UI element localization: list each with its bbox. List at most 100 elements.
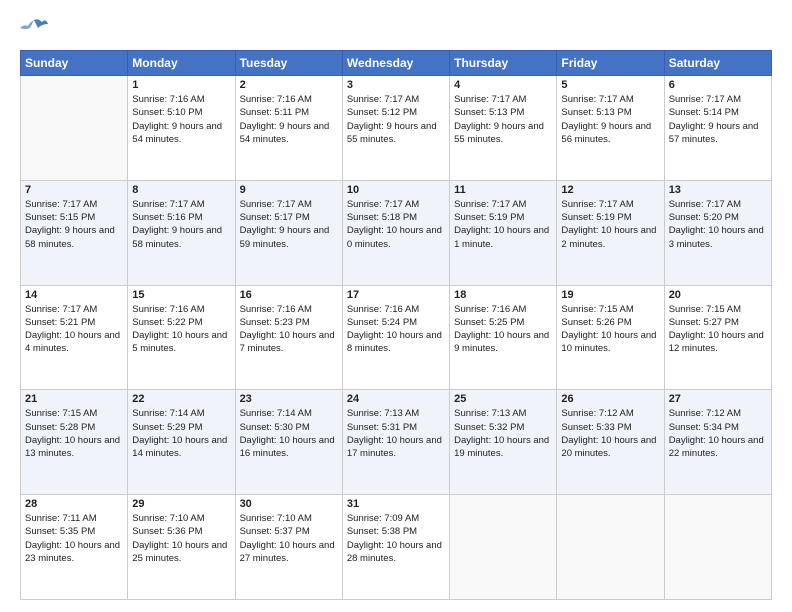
day-number: 2	[240, 79, 338, 91]
day-number: 24	[347, 393, 445, 405]
calendar-cell: 18 Sunrise: 7:16 AMSunset: 5:25 PMDayligh…	[450, 285, 557, 390]
day-number: 8	[132, 184, 230, 196]
day-info: Sunrise: 7:15 AMSunset: 5:28 PMDaylight:…	[25, 407, 123, 460]
calendar-week-row: 7Sunrise: 7:17 AMSunset: 5:15 PMDaylight…	[21, 180, 772, 285]
calendar-cell	[664, 495, 771, 600]
day-number: 3	[347, 79, 445, 91]
logo	[20, 16, 52, 40]
day-info: Sunrise: 7:17 AMSunset: 5:12 PMDaylight:…	[347, 93, 445, 146]
day-info: Sunrise: 7:13 AMSunset: 5:32 PMDaylight:…	[454, 407, 552, 460]
calendar-cell: 30 Sunrise: 7:10 AMSunset: 5:37 PMDayligh…	[235, 495, 342, 600]
day-number: 10	[347, 184, 445, 196]
calendar-week-row: 1Sunrise: 7:16 AMSunset: 5:10 PMDaylight…	[21, 76, 772, 181]
calendar-cell: 3 Sunrise: 7:17 AMSunset: 5:12 PMDaylight…	[342, 76, 449, 181]
day-info: Sunrise: 7:16 AMSunset: 5:25 PMDaylight:…	[454, 303, 552, 356]
day-info: Sunrise: 7:16 AMSunset: 5:24 PMDaylight:…	[347, 303, 445, 356]
calendar-cell: 21Sunrise: 7:15 AMSunset: 5:28 PMDayligh…	[21, 390, 128, 495]
calendar-cell: 27Sunrise: 7:12 AMSunset: 5:34 PMDayligh…	[664, 390, 771, 495]
day-number: 12	[561, 184, 659, 196]
day-info: Sunrise: 7:17 AMSunset: 5:17 PMDaylight:…	[240, 198, 338, 251]
day-number: 15	[132, 289, 230, 301]
day-info: Sunrise: 7:09 AMSunset: 5:38 PMDaylight:…	[347, 512, 445, 565]
calendar-cell: 14Sunrise: 7:17 AMSunset: 5:21 PMDayligh…	[21, 285, 128, 390]
day-header-saturday: Saturday	[664, 51, 771, 76]
calendar-cell: 20 Sunrise: 7:15 AMSunset: 5:27 PMDayligh…	[664, 285, 771, 390]
day-number: 7	[25, 184, 123, 196]
day-number: 22	[132, 393, 230, 405]
day-header-sunday: Sunday	[21, 51, 128, 76]
calendar-cell: 12 Sunrise: 7:17 AMSunset: 5:19 PMDayligh…	[557, 180, 664, 285]
calendar-cell	[21, 76, 128, 181]
day-header-friday: Friday	[557, 51, 664, 76]
day-number: 4	[454, 79, 552, 91]
calendar-week-row: 14Sunrise: 7:17 AMSunset: 5:21 PMDayligh…	[21, 285, 772, 390]
calendar-week-row: 21Sunrise: 7:15 AMSunset: 5:28 PMDayligh…	[21, 390, 772, 495]
day-number: 1	[132, 79, 230, 91]
day-info: Sunrise: 7:16 AMSunset: 5:22 PMDaylight:…	[132, 303, 230, 356]
day-number: 26	[561, 393, 659, 405]
day-info: Sunrise: 7:16 AMSunset: 5:11 PMDaylight:…	[240, 93, 338, 146]
day-number: 18	[454, 289, 552, 301]
day-info: Sunrise: 7:17 AMSunset: 5:13 PMDaylight:…	[454, 93, 552, 146]
day-info: Sunrise: 7:17 AMSunset: 5:19 PMDaylight:…	[454, 198, 552, 251]
calendar-cell: 9 Sunrise: 7:17 AMSunset: 5:17 PMDaylight…	[235, 180, 342, 285]
calendar-cell	[557, 495, 664, 600]
calendar-cell: 10 Sunrise: 7:17 AMSunset: 5:18 PMDayligh…	[342, 180, 449, 285]
calendar-cell: 16 Sunrise: 7:16 AMSunset: 5:23 PMDayligh…	[235, 285, 342, 390]
day-info: Sunrise: 7:12 AMSunset: 5:33 PMDaylight:…	[561, 407, 659, 460]
calendar-cell: 13 Sunrise: 7:17 AMSunset: 5:20 PMDayligh…	[664, 180, 771, 285]
calendar-cell: 7Sunrise: 7:17 AMSunset: 5:15 PMDaylight…	[21, 180, 128, 285]
calendar-cell: 31 Sunrise: 7:09 AMSunset: 5:38 PMDayligh…	[342, 495, 449, 600]
calendar-cell: 15 Sunrise: 7:16 AMSunset: 5:22 PMDayligh…	[128, 285, 235, 390]
calendar-cell: 19 Sunrise: 7:15 AMSunset: 5:26 PMDayligh…	[557, 285, 664, 390]
calendar-cell: 25 Sunrise: 7:13 AMSunset: 5:32 PMDayligh…	[450, 390, 557, 495]
day-info: Sunrise: 7:16 AMSunset: 5:23 PMDaylight:…	[240, 303, 338, 356]
day-number: 5	[561, 79, 659, 91]
day-info: Sunrise: 7:10 AMSunset: 5:36 PMDaylight:…	[132, 512, 230, 565]
day-info: Sunrise: 7:17 AMSunset: 5:13 PMDaylight:…	[561, 93, 659, 146]
day-info: Sunrise: 7:17 AMSunset: 5:18 PMDaylight:…	[347, 198, 445, 251]
calendar-cell: 1Sunrise: 7:16 AMSunset: 5:10 PMDaylight…	[128, 76, 235, 181]
day-number: 31	[347, 498, 445, 510]
calendar-header-row: SundayMondayTuesdayWednesdayThursdayFrid…	[21, 51, 772, 76]
day-number: 9	[240, 184, 338, 196]
day-number: 19	[561, 289, 659, 301]
day-number: 27	[669, 393, 767, 405]
day-info: Sunrise: 7:17 AMSunset: 5:19 PMDaylight:…	[561, 198, 659, 251]
calendar-cell: 4 Sunrise: 7:17 AMSunset: 5:13 PMDaylight…	[450, 76, 557, 181]
day-info: Sunrise: 7:17 AMSunset: 5:20 PMDaylight:…	[669, 198, 767, 251]
day-info: Sunrise: 7:10 AMSunset: 5:37 PMDaylight:…	[240, 512, 338, 565]
day-number: 25	[454, 393, 552, 405]
calendar-cell: 23Sunrise: 7:14 AMSunset: 5:30 PMDayligh…	[235, 390, 342, 495]
day-number: 30	[240, 498, 338, 510]
day-header-thursday: Thursday	[450, 51, 557, 76]
day-info: Sunrise: 7:11 AMSunset: 5:35 PMDaylight:…	[25, 512, 123, 565]
calendar-cell: 5 Sunrise: 7:17 AMSunset: 5:13 PMDaylight…	[557, 76, 664, 181]
calendar-cell: 17Sunrise: 7:16 AMSunset: 5:24 PMDayligh…	[342, 285, 449, 390]
day-number: 13	[669, 184, 767, 196]
day-info: Sunrise: 7:13 AMSunset: 5:31 PMDaylight:…	[347, 407, 445, 460]
day-info: Sunrise: 7:14 AMSunset: 5:29 PMDaylight:…	[132, 407, 230, 460]
calendar-table: SundayMondayTuesdayWednesdayThursdayFrid…	[20, 50, 772, 600]
calendar-cell: 11Sunrise: 7:17 AMSunset: 5:19 PMDayligh…	[450, 180, 557, 285]
calendar-cell: 22 Sunrise: 7:14 AMSunset: 5:29 PMDayligh…	[128, 390, 235, 495]
day-header-monday: Monday	[128, 51, 235, 76]
calendar-cell: 2 Sunrise: 7:16 AMSunset: 5:11 PMDaylight…	[235, 76, 342, 181]
calendar-cell: 6Sunrise: 7:17 AMSunset: 5:14 PMDaylight…	[664, 76, 771, 181]
day-number: 20	[669, 289, 767, 301]
day-info: Sunrise: 7:15 AMSunset: 5:27 PMDaylight:…	[669, 303, 767, 356]
calendar-cell: 29 Sunrise: 7:10 AMSunset: 5:36 PMDayligh…	[128, 495, 235, 600]
day-number: 28	[25, 498, 123, 510]
day-number: 29	[132, 498, 230, 510]
day-info: Sunrise: 7:17 AMSunset: 5:14 PMDaylight:…	[669, 93, 767, 146]
calendar-cell: 26 Sunrise: 7:12 AMSunset: 5:33 PMDayligh…	[557, 390, 664, 495]
day-info: Sunrise: 7:17 AMSunset: 5:16 PMDaylight:…	[132, 198, 230, 251]
calendar-cell: 8 Sunrise: 7:17 AMSunset: 5:16 PMDaylight…	[128, 180, 235, 285]
day-info: Sunrise: 7:15 AMSunset: 5:26 PMDaylight:…	[561, 303, 659, 356]
day-header-wednesday: Wednesday	[342, 51, 449, 76]
logo-icon	[20, 16, 48, 40]
day-info: Sunrise: 7:17 AMSunset: 5:21 PMDaylight:…	[25, 303, 123, 356]
calendar-cell: 28 Sunrise: 7:11 AMSunset: 5:35 PMDayligh…	[21, 495, 128, 600]
page: SundayMondayTuesdayWednesdayThursdayFrid…	[0, 0, 792, 612]
day-number: 16	[240, 289, 338, 301]
